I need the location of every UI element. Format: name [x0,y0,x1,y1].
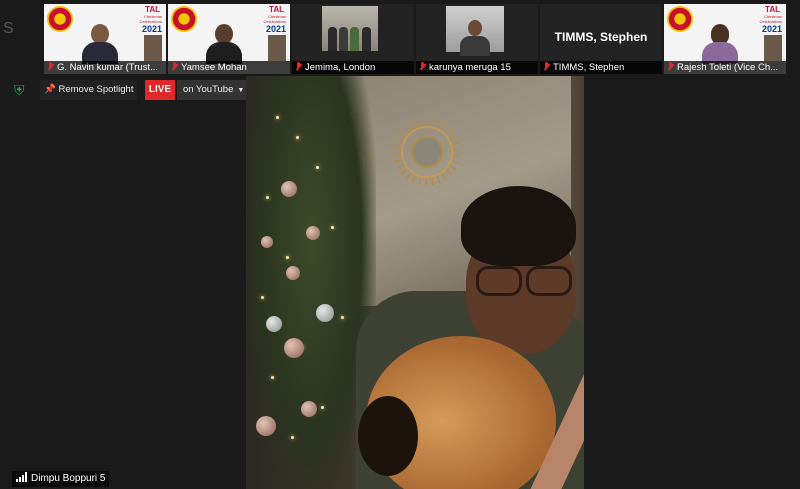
participant-video [446,6,504,56]
light [266,196,269,199]
participant-video [322,6,378,51]
bauble [316,304,334,322]
light [316,166,319,169]
tal-logo-icon [171,6,197,32]
bauble [306,226,320,240]
hair [461,186,576,266]
live-badge[interactable]: LIVE [145,80,175,100]
bauble [281,181,297,197]
mic-muted-icon [47,62,54,71]
left-edge-glyph: S [3,20,14,37]
participant-video [702,24,738,64]
banner-subtitle: Christmas Celebrations [263,14,286,24]
light [296,136,299,139]
i [328,27,337,51]
light [286,256,289,259]
participant-name-bar: karunya meruga 15 [416,61,538,74]
light [291,436,294,439]
banner-subtitle: Christmas Celebrations [759,14,782,24]
banner-title: TAL [145,5,160,14]
active-speaker-name-bar: Dimpu Boppuri 5 [12,471,110,487]
head [215,24,233,44]
banner-year: 2021 [265,24,286,34]
participant-tile[interactable]: karunya meruga 15 [416,4,538,74]
pin-icon: 📌 [44,84,56,95]
participant-tile[interactable]: TAL Christmas Celebrations 2021 G. Navin… [44,4,166,74]
banner-subtitle: Christmas Celebrations [139,14,162,24]
shirt [460,36,490,56]
participant-name: TIMMS, Stephen [553,62,625,73]
active-speaker-name: Dimpu Boppuri 5 [31,473,106,484]
i [19,477,21,482]
mic-muted-icon [667,62,674,71]
banner-image [764,35,782,61]
i [25,472,27,482]
participant-video [206,24,242,64]
light [321,406,324,409]
participant-video [82,24,118,64]
live-platform-label: on YouTube [183,84,234,95]
participant-tile[interactable]: TAL Christmas Celebrations 2021 Rajesh T… [664,4,786,74]
bauble [284,338,304,358]
head [711,24,729,44]
sunburst-mirror [401,126,453,178]
participant-name-bar: G. Navin kumar (Trust... [44,61,166,74]
chevron-down-icon: ▼ [237,87,245,94]
light [276,116,279,119]
participant-name-bar: TIMMS, Stephen [540,61,662,74]
remove-spotlight-label: Remove Spotlight [58,84,134,95]
signal-bars-icon [16,472,28,482]
mic-muted-icon [171,62,178,71]
participant-tile[interactable]: Jemima, London [292,4,414,74]
head [91,24,109,44]
participant-name-bar: Rajesh Toleti (Vice Ch... [664,61,786,74]
span [476,266,522,296]
remove-spotlight-button[interactable]: 📌 Remove Spotlight [40,80,138,100]
i [16,479,18,482]
live-platform-dropdown[interactable]: on YouTube ▼ [177,80,251,100]
hole [358,396,418,476]
security-shield-icon[interactable]: ⛨ [14,82,28,98]
participant-name-bar: Yamsee Mohan [168,61,290,74]
participant-tile[interactable]: TAL Christmas Celebrations 2021 Yamsee M… [168,4,290,74]
i [22,475,24,482]
participant-name: G. Navin kumar (Trust... [57,62,158,73]
bauble [286,266,300,280]
banner-year: 2021 [141,24,162,34]
bauble [266,316,282,332]
banner-year: 2021 [761,24,782,34]
banner-image [144,35,162,61]
banner-title: TAL [269,5,284,14]
tal-logo-icon [47,6,73,32]
mic-muted-icon [543,62,550,71]
head [468,20,482,36]
i [350,27,359,51]
light [271,376,274,379]
bauble [301,401,317,417]
participant-tile[interactable]: TIMMS, Stephen TIMMS, Stephen [540,4,662,74]
banner-title: TAL [765,5,780,14]
active-speaker-video [246,76,584,489]
mic-muted-icon [295,62,302,71]
participant-name: Yamsee Mohan [181,62,247,73]
glasses [476,266,576,296]
participant-name-title: TIMMS, Stephen [554,30,648,44]
light [261,296,264,299]
i [362,27,371,51]
participant-name-bar: Jemima, London [292,61,414,74]
participant-name: Jemima, London [305,62,376,73]
bauble [261,236,273,248]
tal-logo-icon [667,6,693,32]
participant-name: Rajesh Toleti (Vice Ch... [677,62,779,73]
banner-image [268,35,286,61]
participant-strip: S TAL Christmas Celebrations 2021 G. Nav… [0,0,800,76]
participant-name: karunya meruga 15 [429,62,511,73]
performer [336,186,584,489]
light [331,226,334,229]
mic-muted-icon [419,62,426,71]
i [339,27,348,51]
span [526,266,572,296]
bauble [256,416,276,436]
